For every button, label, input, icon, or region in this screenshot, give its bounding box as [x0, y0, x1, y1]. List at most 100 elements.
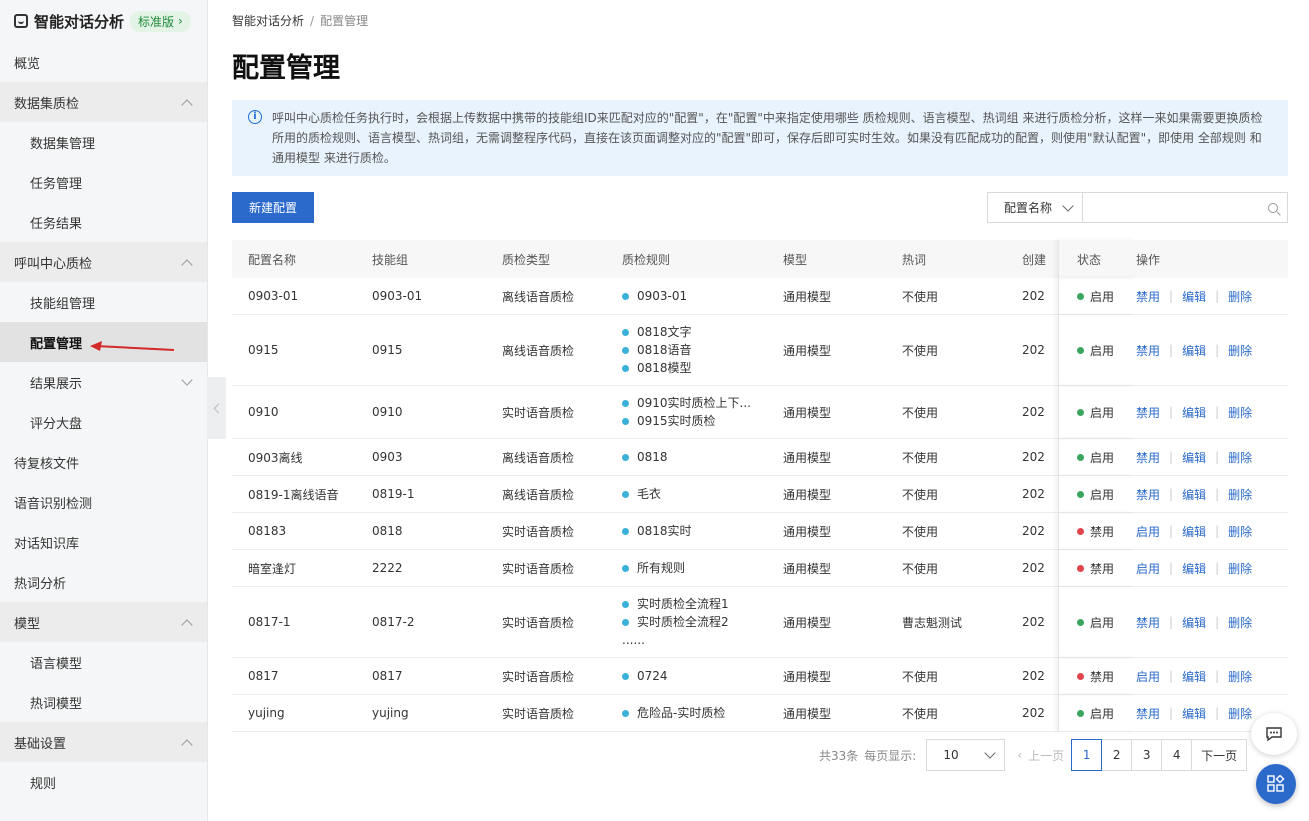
rule-name: 0903-01 [637, 289, 688, 303]
sidebar-item-16[interactable]: 热词模型 [0, 682, 207, 722]
delete-link[interactable]: 删除 [1228, 404, 1252, 421]
cell-rules: 实时质检全流程1 实时质检全流程2...... [622, 595, 783, 649]
sidebar-item-8[interactable]: 结果展示 [0, 362, 207, 402]
prev-page-button[interactable]: ‹ 上一页 [1017, 747, 1064, 764]
cell-status: 禁用 [1058, 658, 1136, 694]
sidebar-item-11[interactable]: 语音识别检测 [0, 482, 207, 522]
rule-name: 实时质检全流程2 [637, 615, 729, 629]
edit-link[interactable]: 编辑 [1182, 614, 1206, 631]
table-body: 0903-01 0903-01 离线语音质检 0903-01 通用模型 不使用 202 启用禁… [232, 278, 1288, 732]
page-button[interactable]: 4 [1161, 739, 1193, 771]
sidebar-item-9[interactable]: 评分大盘 [0, 402, 207, 442]
edit-link[interactable]: 编辑 [1182, 486, 1206, 503]
page-button[interactable]: 1 [1071, 739, 1103, 771]
sidebar-item-13[interactable]: 热词分析 [0, 562, 207, 602]
action-divider: | [1169, 405, 1174, 419]
toggle-status-link[interactable]: 启用 [1136, 668, 1160, 685]
breadcrumb-root[interactable]: 智能对话分析 [232, 14, 304, 28]
delete-link[interactable]: 删除 [1228, 486, 1252, 503]
delete-link[interactable]: 删除 [1228, 342, 1252, 359]
brand-name: 智能对话分析 [34, 12, 125, 31]
delete-link[interactable]: 删除 [1228, 449, 1252, 466]
sidebar-item-6[interactable]: 技能组管理 [0, 282, 207, 322]
edition-label: 标准版 [138, 14, 175, 29]
sidebar-item-label: 评分大盘 [30, 416, 83, 432]
action-divider: | [1215, 405, 1220, 419]
edition-badge[interactable]: 标准版 › [130, 10, 191, 32]
filter-field-select[interactable]: 配置名称 [988, 193, 1083, 222]
cell-rules: 0818文字 0818语音 0818模型 [622, 323, 783, 377]
sidebar-item-3[interactable]: 任务管理 [0, 162, 207, 202]
cell-group: 2222 [372, 561, 403, 575]
toggle-status-link[interactable]: 禁用 [1136, 288, 1160, 305]
page-size-select[interactable]: 10 [926, 739, 1006, 771]
sidebar-item-10[interactable]: 待复核文件 [0, 442, 207, 482]
toggle-status-link[interactable]: 启用 [1136, 560, 1160, 577]
sidebar-item-label: 热词分析 [14, 576, 67, 592]
action-divider: | [1169, 487, 1174, 501]
sidebar-item-15[interactable]: 语言模型 [0, 642, 207, 682]
status-label: 启用 [1090, 405, 1115, 420]
action-divider: | [1169, 615, 1174, 629]
delete-link[interactable]: 删除 [1228, 523, 1252, 540]
search-button[interactable] [1260, 193, 1287, 222]
rule-dot [622, 527, 629, 535]
apps-icon [1267, 775, 1285, 792]
delete-link[interactable]: 删除 [1228, 560, 1252, 577]
apps-button[interactable] [1256, 764, 1296, 804]
sidebar-item-17[interactable]: 基础设置 [0, 722, 207, 762]
sidebar-item-12[interactable]: 对话知识库 [0, 522, 207, 562]
toggle-status-link[interactable]: 禁用 [1136, 705, 1160, 722]
edit-link[interactable]: 编辑 [1182, 404, 1206, 421]
edit-link[interactable]: 编辑 [1182, 449, 1206, 466]
toggle-status-link[interactable]: 启用 [1136, 523, 1160, 540]
sidebar-item-14[interactable]: 模型 [0, 602, 207, 642]
sidebar-item-label: 呼叫中心质检 [14, 256, 93, 272]
rule-dot [622, 709, 629, 717]
status-label: 启用 [1090, 450, 1115, 465]
rule-name: 0818语音 [637, 343, 692, 357]
toggle-status-link[interactable]: 禁用 [1136, 614, 1160, 631]
sidebar-item-5[interactable]: 呼叫中心质检 [0, 242, 207, 282]
delete-link[interactable]: 删除 [1228, 668, 1252, 685]
sidebar-item-18[interactable]: 规则 [0, 762, 207, 802]
status-label: 启用 [1090, 706, 1115, 721]
delete-link[interactable]: 删除 [1228, 288, 1252, 305]
col-header-rules: 质检规则 [622, 252, 671, 267]
sidebar-item-label: 语言模型 [30, 656, 83, 672]
sidebar-item-0[interactable]: 概览 [0, 42, 207, 82]
action-divider: | [1169, 289, 1174, 303]
cell-group: 0903-01 [372, 289, 423, 303]
edit-link[interactable]: 编辑 [1182, 288, 1206, 305]
edit-link[interactable]: 编辑 [1182, 668, 1206, 685]
page-button[interactable]: 2 [1101, 739, 1133, 771]
sidebar-item-1[interactable]: 数据集质检 [0, 82, 207, 122]
table-row: 0817 0817 实时语音质检 0724 通用模型 不使用 202 禁用 启用 | 编辑 | 删除 [232, 658, 1288, 695]
edit-link[interactable]: 编辑 [1182, 705, 1206, 722]
toggle-status-link[interactable]: 禁用 [1136, 342, 1160, 359]
chevron-up-icon [181, 98, 193, 111]
delete-link[interactable]: 删除 [1228, 614, 1252, 631]
chat-button[interactable] [1251, 713, 1297, 755]
edit-link[interactable]: 编辑 [1182, 342, 1206, 359]
next-page-button[interactable]: 下一页 [1191, 739, 1248, 771]
page-button[interactable]: 3 [1131, 739, 1163, 771]
status-dot [1077, 453, 1084, 461]
toggle-status-link[interactable]: 禁用 [1136, 449, 1160, 466]
toggle-status-link[interactable]: 禁用 [1136, 486, 1160, 503]
cell-type: 实时语音质检 [502, 524, 575, 539]
rule-name: 0818文字 [637, 325, 692, 339]
action-divider: | [1169, 524, 1174, 538]
new-config-button[interactable]: 新建配置 [232, 192, 314, 223]
search-input[interactable] [1082, 193, 1260, 222]
cell-hotword: 曹志魁测试 [902, 615, 963, 630]
sidebar-item-4[interactable]: 任务结果 [0, 202, 207, 242]
toggle-status-link[interactable]: 禁用 [1136, 404, 1160, 421]
sidebar-item-2[interactable]: 数据集管理 [0, 122, 207, 162]
edit-link[interactable]: 编辑 [1182, 523, 1206, 540]
chevron-up-icon [181, 258, 193, 271]
edit-link[interactable]: 编辑 [1182, 560, 1206, 577]
delete-link[interactable]: 删除 [1228, 705, 1252, 722]
sidebar-collapse-toggle[interactable] [207, 377, 226, 439]
rules-more: ...... [622, 633, 645, 647]
